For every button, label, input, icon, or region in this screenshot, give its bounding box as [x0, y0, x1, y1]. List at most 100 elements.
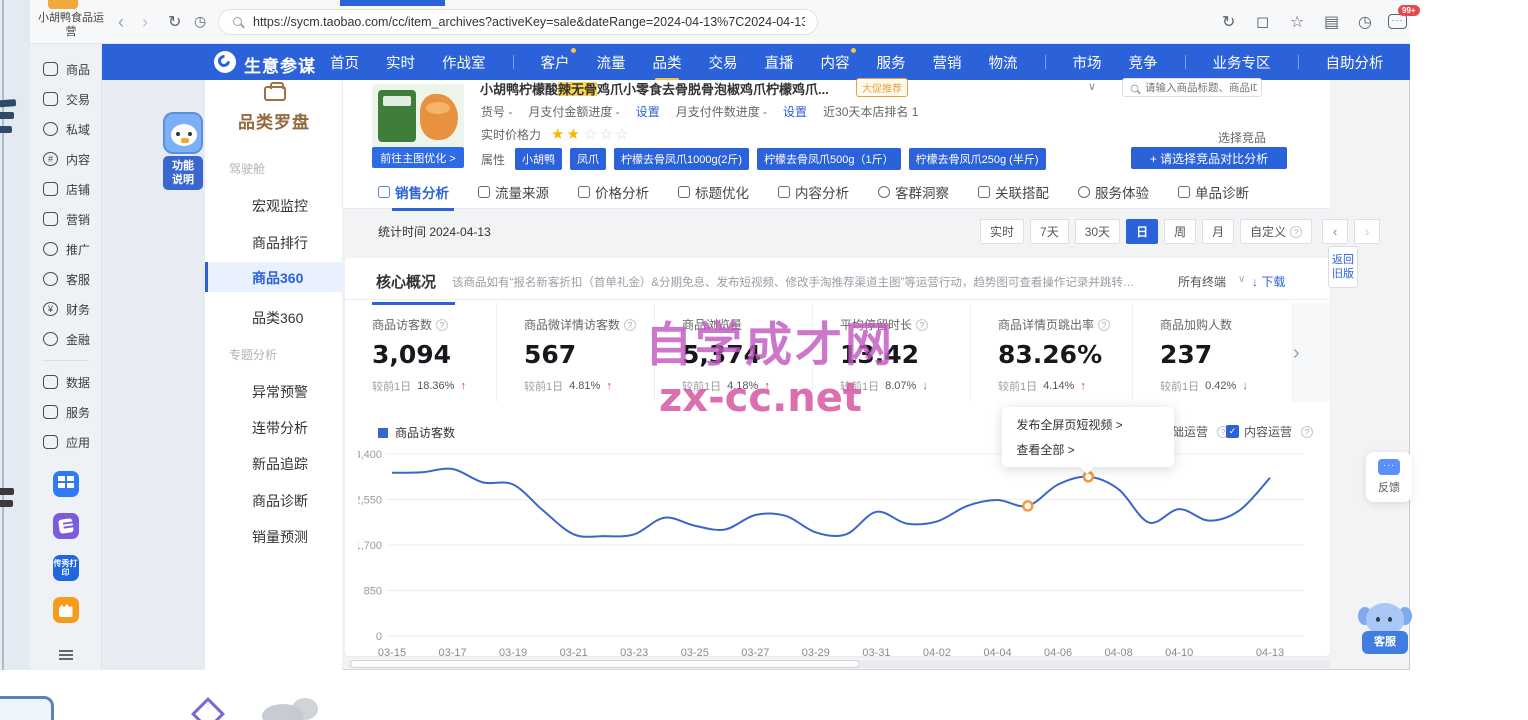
- reading-list-icon[interactable]: ▤: [1324, 12, 1339, 32]
- browser-profile-name[interactable]: 小胡鸭食品运营: [34, 11, 108, 39]
- brand-title[interactable]: 生意参谋: [244, 52, 316, 77]
- horizontal-scrollbar[interactable]: [348, 660, 1330, 668]
- metrics-scroll-right-button[interactable]: ›: [1293, 342, 1300, 365]
- tab-title-optimize[interactable]: 标题优化: [678, 182, 749, 202]
- refresh-icon[interactable]: ↻: [168, 12, 181, 32]
- metric-card-stay-duration[interactable]: 平均停留时长? 13.42 较前1日8.07%↓: [813, 302, 971, 402]
- feedback-button[interactable]: ··· 反馈: [1366, 452, 1412, 502]
- sidebar-item-finance[interactable]: ¥财务: [30, 294, 101, 324]
- tab-traffic-source[interactable]: 流量来源: [478, 182, 549, 202]
- nav-item-traffic[interactable]: 流量: [597, 52, 626, 73]
- tooltip-view-all-link[interactable]: 查看全部 >: [1016, 441, 1160, 458]
- back-icon[interactable]: ‹: [118, 12, 124, 33]
- range-custom[interactable]: 自定义?: [1240, 219, 1312, 244]
- settings-link[interactable]: 设置: [636, 103, 660, 120]
- customer-service-mascot[interactable]: 客服: [1358, 603, 1412, 659]
- history-clock-icon[interactable]: ◷: [194, 13, 206, 30]
- metric-card-visitors[interactable]: 商品访客数? 3,094 较前1日18.36%↑: [345, 302, 497, 402]
- metric-card-bounce-rate[interactable]: 商品详情页跳出率? 83.26% 较前1日4.14%↑: [971, 302, 1133, 402]
- sidebar-menu-button[interactable]: [30, 654, 102, 656]
- attr-tag-category[interactable]: 凤爪: [570, 148, 606, 170]
- nav-item-audience[interactable]: 人群: [1411, 52, 1440, 73]
- nav-item-message[interactable]: ✉消息: [1523, 52, 1528, 73]
- forward-icon[interactable]: ›: [142, 12, 148, 33]
- nav-item-content[interactable]: 内容: [821, 52, 850, 73]
- metric-card-micro-detail-visitors[interactable]: 商品微详情访客数? 567 较前1日4.81%↑: [497, 302, 655, 402]
- sidebar-item-goods[interactable]: 商品: [30, 54, 101, 84]
- menu-item-category360[interactable]: 品类360: [252, 308, 303, 328]
- back-to-old-version-button[interactable]: 返回 旧版: [1328, 246, 1358, 288]
- optimize-main-pic-button[interactable]: 前往主图优化 >: [372, 147, 464, 168]
- trend-chart[interactable]: 08501,7002,5503,40003-1503-1703-1903-210…: [358, 446, 1318, 658]
- attr-tag-brand[interactable]: 小胡鸭: [515, 148, 562, 170]
- range-realtime[interactable]: 实时: [980, 219, 1024, 244]
- metric-card-add-to-cart[interactable]: 商品加购人数 237 较前1日0.42%↓: [1133, 302, 1293, 402]
- chart-legend[interactable]: 商品访客数: [378, 424, 455, 441]
- sidebar-item-content[interactable]: #内容: [30, 144, 101, 174]
- sidebar-item-promotion[interactable]: 推广: [30, 234, 101, 264]
- nav-item-live[interactable]: 直播: [765, 52, 794, 73]
- attr-tag-sku2[interactable]: 柠檬去骨凤爪500g（1斤）: [757, 148, 901, 170]
- nav-item-academy[interactable]: 学堂: [1467, 52, 1496, 73]
- select-competitor-button[interactable]: + 请选择竞品对比分析: [1131, 147, 1287, 169]
- collapse-caret-icon[interactable]: ∨: [1088, 80, 1096, 93]
- nav-item-service[interactable]: 服务: [877, 52, 906, 73]
- menu-item-sales-forecast[interactable]: 销量预测: [252, 527, 308, 547]
- timer-icon[interactable]: ◷: [1358, 12, 1372, 32]
- range-week[interactable]: 周: [1164, 219, 1196, 244]
- nav-item-realtime[interactable]: 实时: [386, 52, 415, 73]
- menu-item-linkage-analysis[interactable]: 连带分析: [252, 418, 308, 438]
- print-app-icon[interactable]: 传秀打印: [53, 555, 79, 581]
- menu-item-goods-diagnosis[interactable]: 商品诊断: [252, 491, 308, 511]
- tab-item-diagnosis[interactable]: 单品诊断: [1178, 182, 1249, 202]
- nav-item-trade[interactable]: 交易: [709, 52, 738, 73]
- menu-item-macro-monitor[interactable]: 宏观监控: [252, 196, 308, 216]
- tab-related-match[interactable]: 关联搭配: [978, 182, 1049, 202]
- menu-item-new-product-tracking[interactable]: 新品追踪: [252, 454, 308, 474]
- bookmark-star-icon[interactable]: ☆: [1290, 12, 1304, 32]
- menu-item-goods-ranking[interactable]: 商品排行: [252, 233, 308, 253]
- active-tab-fragment[interactable]: [340, 0, 445, 6]
- nav-item-home[interactable]: 首页: [330, 52, 359, 73]
- tab-price-analysis[interactable]: 价格分析: [578, 182, 649, 202]
- range-day[interactable]: 日: [1126, 219, 1158, 244]
- tab-service-experience[interactable]: 服务体验: [1078, 182, 1149, 202]
- tabs-copy-icon[interactable]: ◻: [1256, 12, 1269, 32]
- sidebar-item-services[interactable]: 服务: [30, 397, 101, 427]
- range-7d[interactable]: 7天: [1030, 219, 1069, 244]
- sidebar-item-apps[interactable]: 应用: [30, 427, 101, 457]
- range-month[interactable]: 月: [1202, 219, 1234, 244]
- sidebar-item-capital[interactable]: 金融: [30, 324, 101, 354]
- sidebar-item-private-domain[interactable]: 私域: [30, 114, 101, 144]
- date-prev-button[interactable]: ‹: [1322, 219, 1348, 244]
- toggle-content-operation[interactable]: ✓ 内容运营 ?: [1226, 423, 1313, 440]
- download-link[interactable]: ↓ 下载: [1252, 273, 1285, 290]
- settings-link[interactable]: 设置: [783, 103, 807, 120]
- tab-content-analysis[interactable]: 内容分析: [778, 182, 849, 202]
- menu-item-goods360-active[interactable]: 商品360: [205, 262, 343, 292]
- nav-item-self-analysis[interactable]: 自助分析: [1326, 52, 1384, 73]
- range-30d[interactable]: 30天: [1075, 219, 1120, 244]
- nav-item-market[interactable]: 市场: [1073, 52, 1102, 73]
- nav-item-warroom[interactable]: 作战室: [442, 52, 486, 73]
- qianniu-app-icon[interactable]: [53, 471, 79, 497]
- nav-item-category[interactable]: 品类: [653, 52, 682, 73]
- scrollbar-thumb[interactable]: [350, 660, 860, 668]
- sidebar-item-data[interactable]: 数据: [30, 367, 101, 397]
- sidebar-item-shop[interactable]: 店铺: [30, 174, 101, 204]
- menu-item-abnormal-alert[interactable]: 异常预警: [252, 382, 308, 402]
- extension-message-icon[interactable]: ···: [1388, 14, 1407, 29]
- notes-app-icon[interactable]: [53, 513, 79, 539]
- tooltip-action-link[interactable]: 发布全屏页短视频 >: [1016, 416, 1160, 433]
- metric-card-pageviews[interactable]: 商品浏览量 5,374 较前1日4.18%↑: [655, 302, 813, 402]
- sync-icon[interactable]: ↻: [1222, 12, 1235, 32]
- nav-item-business-zone[interactable]: 业务专区: [1213, 52, 1271, 73]
- nav-item-marketing[interactable]: 营销: [933, 52, 962, 73]
- date-next-button[interactable]: ›: [1354, 219, 1380, 244]
- tab-audience-insight[interactable]: 客群洞察: [878, 182, 949, 202]
- hand-app-icon[interactable]: [53, 597, 79, 623]
- sidebar-item-customer-service[interactable]: 客服: [30, 264, 101, 294]
- sidebar-item-trade[interactable]: 交易: [30, 84, 101, 114]
- product-search-box[interactable]: [1122, 78, 1262, 97]
- url-bar[interactable]: https://sycm.taobao.com/cc/item_archives…: [218, 9, 818, 35]
